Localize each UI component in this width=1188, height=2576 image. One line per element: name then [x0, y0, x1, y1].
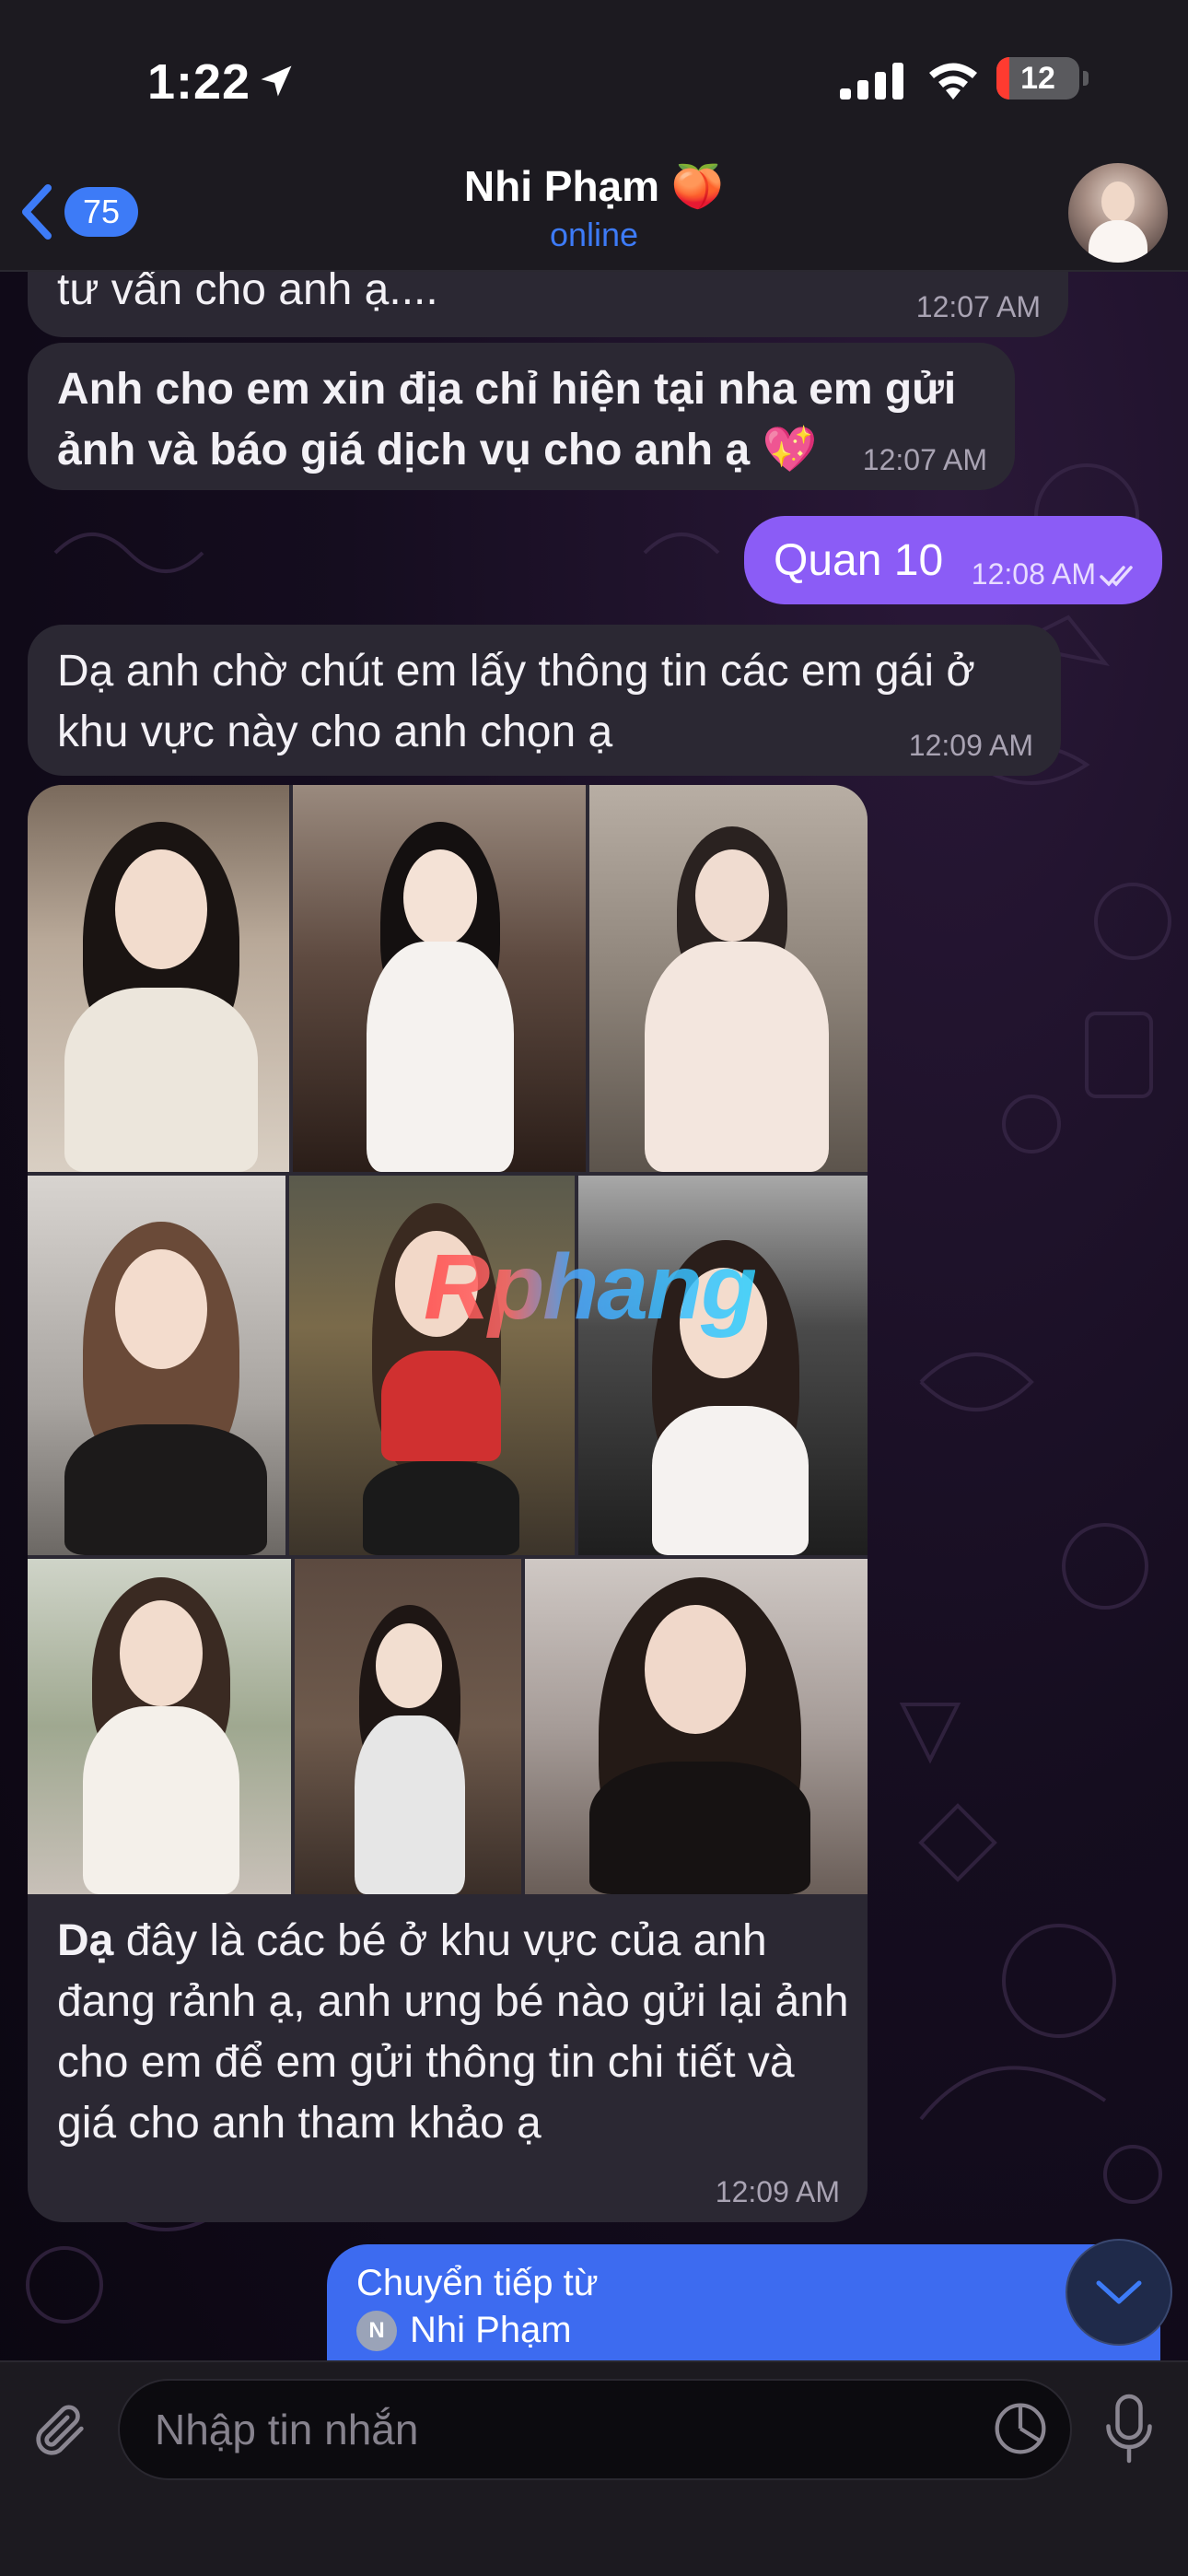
battery-icon: 12: [996, 57, 1079, 100]
message-input[interactable]: [118, 2379, 1072, 2480]
album-photo[interactable]: [578, 1176, 868, 1555]
message-input-bar: [0, 2360, 1188, 2576]
message-time: 12:08 AM: [971, 557, 1096, 591]
message-bubble-outgoing[interactable]: Quan 10 12:08 AM: [744, 516, 1162, 604]
album-photo[interactable]: [293, 785, 586, 1172]
forward-label: Chuyển tiếp từ: [356, 2263, 599, 2303]
message-time: 12:07 AM: [862, 443, 987, 476]
chevron-down-icon: [1096, 2280, 1142, 2304]
album-photo[interactable]: [589, 785, 868, 1172]
contact-status: online: [549, 216, 639, 253]
album-photo[interactable]: [525, 1559, 868, 1894]
album-photo[interactable]: [28, 1559, 291, 1894]
contact-name: Nhi Phạm 🍑: [463, 162, 725, 210]
status-bar: 1:22 12: [0, 0, 1188, 161]
back-chevron-icon: [22, 184, 52, 240]
chat-title[interactable]: Nhi Phạm 🍑 online: [0, 161, 1188, 254]
chat-header: 75 Nhi Phạm 🍑 online: [0, 161, 1188, 272]
forward-source[interactable]: N Nhi Phạm: [356, 2310, 1131, 2351]
message-time: 12:09 AM: [715, 2175, 840, 2208]
signal-icon: [840, 63, 903, 100]
album-caption: Dạ đây là các bé ở khu vực của anh đang …: [57, 1911, 849, 2154]
photo-album-message[interactable]: Dạ đây là các bé ở khu vực của anh đang …: [28, 785, 868, 2222]
microphone-icon[interactable]: [1101, 2392, 1157, 2465]
forward-avatar: N: [356, 2310, 397, 2351]
album-photo[interactable]: [289, 1176, 575, 1555]
avatar[interactable]: [1068, 163, 1168, 263]
caption-bold: Dạ: [57, 1916, 114, 1965]
sticker-icon[interactable]: [991, 2399, 1050, 2458]
battery-nub: [1083, 71, 1089, 86]
scroll-down-button[interactable]: [1066, 2239, 1172, 2346]
message-text: Anh cho em xin địa chỉ hiện tại nha em g…: [57, 365, 957, 474]
paperclip-icon[interactable]: [28, 2399, 92, 2464]
wifi-icon: [929, 63, 977, 100]
message-text: Dạ anh chờ chút em lấy thông tin các em …: [57, 647, 975, 756]
battery-percent: 12: [1020, 61, 1055, 96]
back-button[interactable]: 75: [18, 180, 147, 244]
forwarded-message-bubble[interactable]: Chuyển tiếp từ N Nhi Phạm: [327, 2244, 1160, 2364]
watermark: Rphang: [424, 1235, 757, 1339]
clock: 1:22: [147, 54, 251, 110]
message-bubble-incoming[interactable]: Anh cho em xin địa chỉ hiện tại nha em g…: [28, 343, 1015, 490]
forward-name: Nhi Phạm: [410, 2310, 572, 2350]
message-time: 12:07 AM: [915, 290, 1041, 323]
album-photo[interactable]: [28, 785, 289, 1172]
album-photo[interactable]: [28, 1176, 285, 1555]
double-check-icon: [1100, 566, 1133, 587]
album-photo[interactable]: [295, 1559, 521, 1894]
message-bubble-incoming[interactable]: Dạ anh chờ chút em lấy thông tin các em …: [28, 625, 1061, 776]
message-time: 12:09 AM: [908, 729, 1033, 762]
location-arrow-icon: [261, 65, 292, 97]
caption-text: đây là các bé ở khu vực của anh đang rản…: [57, 1916, 849, 2148]
unread-count-badge: 75: [64, 187, 139, 237]
